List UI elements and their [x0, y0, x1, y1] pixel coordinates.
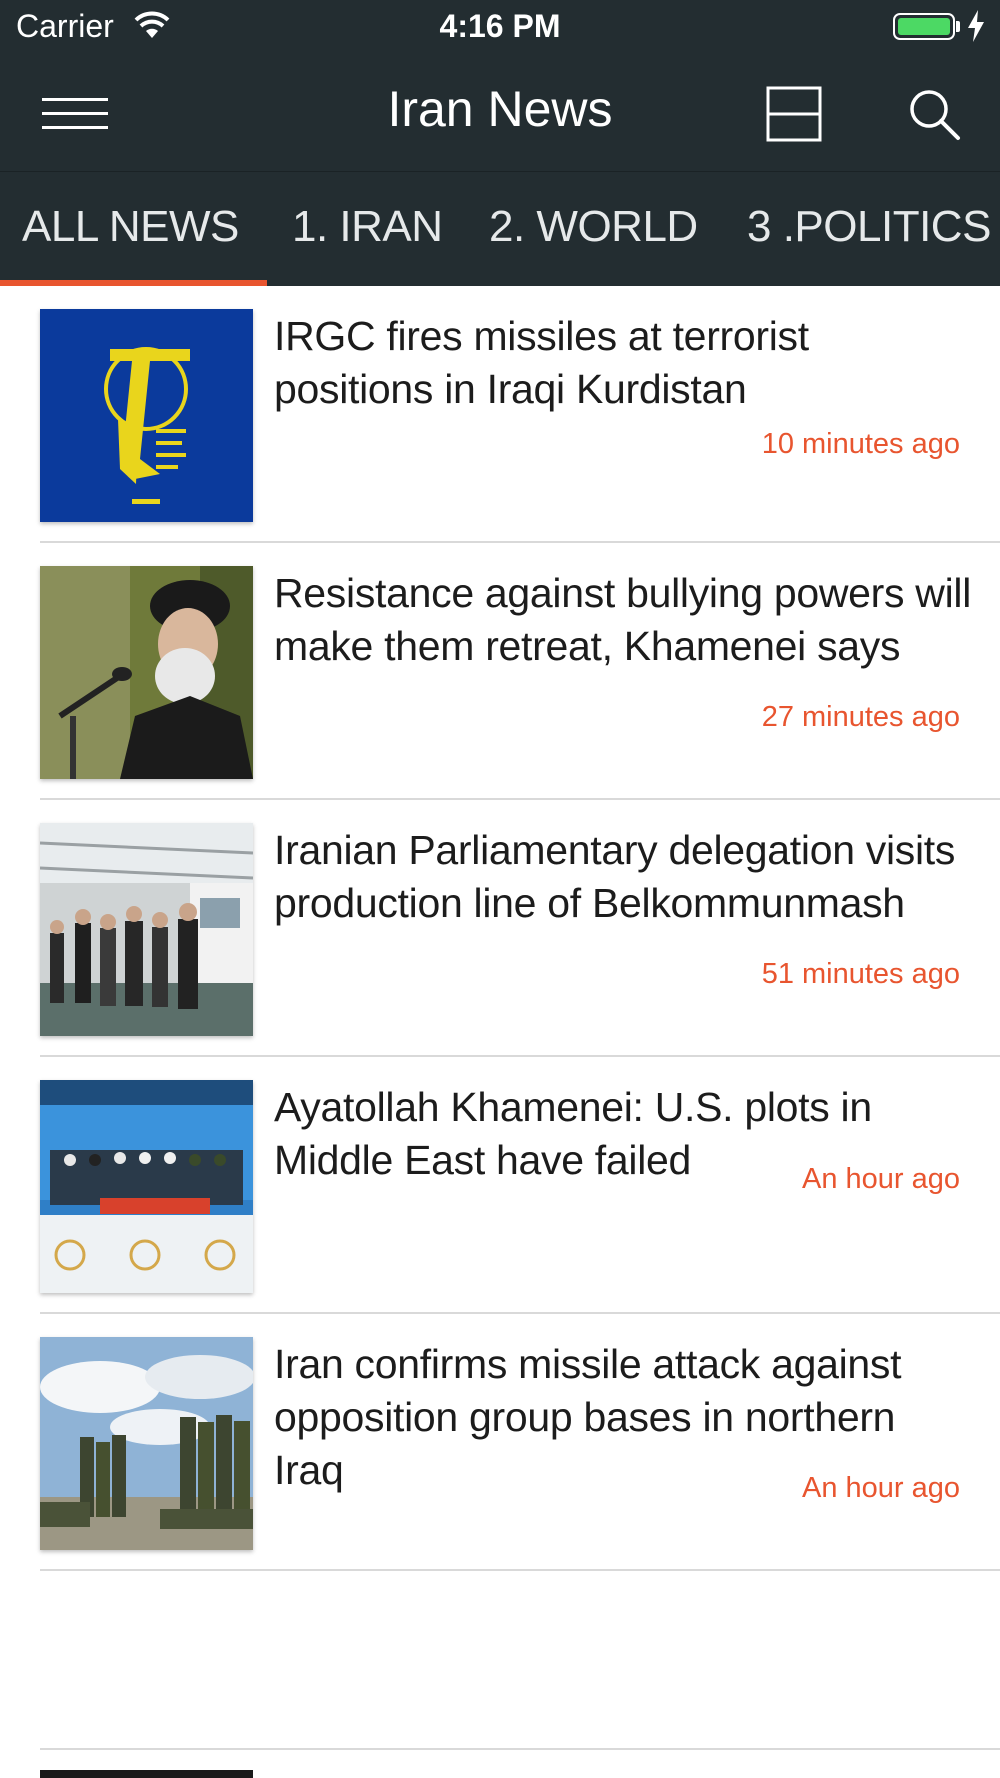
next-news-thumbnail — [40, 1770, 253, 1778]
app-screen: Carrier 4:16 PM Iran News ALL NEWS 1. IR… — [0, 0, 1000, 1778]
battery-icon — [893, 13, 955, 40]
news-time: 51 minutes ago — [761, 958, 960, 990]
news-title: Resistance against bullying powers will … — [274, 570, 972, 669]
news-item[interactable]: Ayatollah Khamenei: U.S. plots in Middle… — [0, 1057, 1000, 1314]
news-title: Iranian Parliamentary delegation visits … — [274, 827, 956, 926]
list-divider — [40, 1569, 1000, 1571]
list-divider — [40, 1748, 1000, 1750]
news-thumbnail-speaker-portrait — [40, 566, 253, 779]
tab-world[interactable]: 2. WORLD — [489, 202, 698, 252]
tab-iran[interactable]: 1. IRAN — [292, 202, 443, 252]
category-tab-bar: ALL NEWS 1. IRAN 2. WORLD 3 .POLITICS — [0, 172, 1000, 286]
news-item[interactable]: Resistance against bullying powers will … — [0, 543, 1000, 800]
news-title: IRGC fires missiles at terrorist positio… — [274, 313, 809, 412]
clock-time: 4:16 PM — [439, 8, 561, 44]
news-thumbnail-factory-visit — [40, 823, 253, 1036]
news-time: 10 minutes ago — [761, 428, 960, 460]
news-item[interactable]: IRGC fires missiles at terrorist positio… — [0, 286, 1000, 543]
tab-politics[interactable]: 3 .POLITICS — [747, 202, 991, 252]
news-thumbnail-military-parade — [40, 1080, 253, 1293]
news-thumbnail-missile-launchers — [40, 1337, 253, 1550]
tab-all-news[interactable]: ALL NEWS — [22, 202, 239, 252]
news-time: An hour ago — [801, 1163, 960, 1195]
battery-tip — [956, 21, 960, 32]
app-title: Iran News — [387, 81, 613, 137]
status-bar: Carrier 4:16 PM — [0, 0, 1000, 56]
news-time: 27 minutes ago — [761, 701, 960, 733]
news-thumbnail-irgc-emblem — [40, 309, 253, 522]
split-layout-icon[interactable] — [764, 84, 824, 144]
news-item[interactable]: Iran confirms missile attack against opp… — [0, 1314, 1000, 1571]
charging-bolt-icon — [966, 10, 986, 47]
navigation-bar: Iran News — [0, 56, 1000, 172]
search-icon[interactable] — [904, 84, 964, 144]
news-time: An hour ago — [801, 1472, 960, 1504]
news-item[interactable]: Iranian Parliamentary delegation visits … — [0, 800, 1000, 1057]
